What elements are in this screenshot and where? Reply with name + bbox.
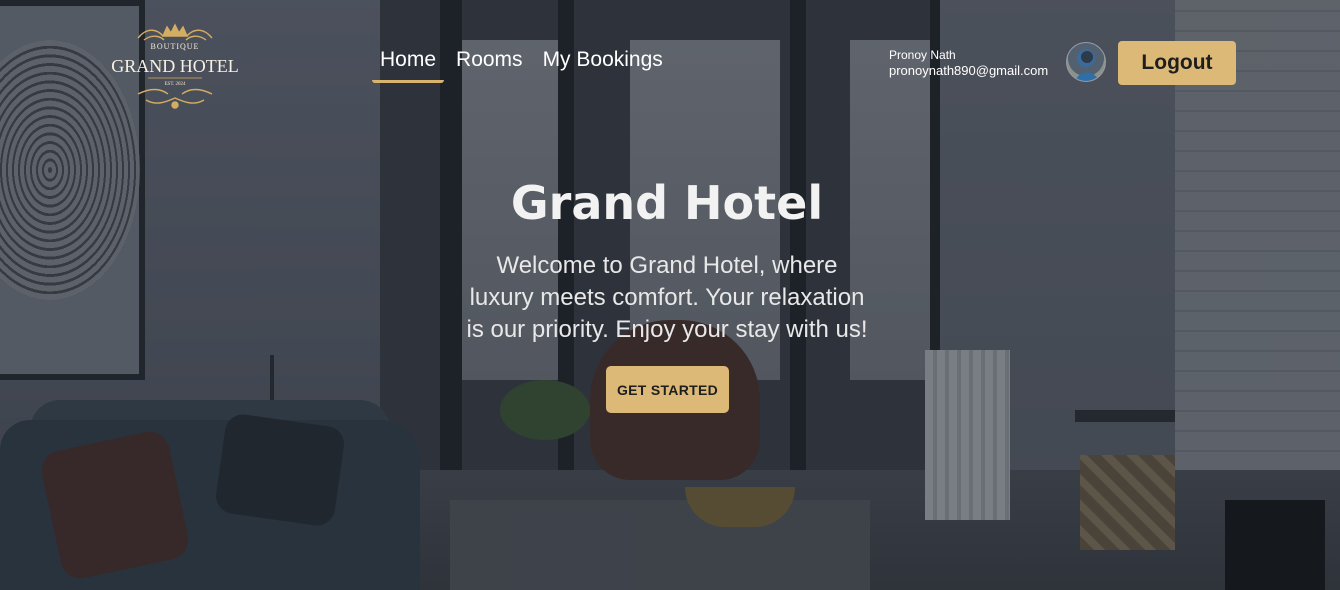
- hero-description-line: luxury meets comfort. Your relaxation: [469, 284, 865, 311]
- logout-button[interactable]: Logout: [1118, 41, 1236, 85]
- hotel-logo[interactable]: BOUTIQUE GRAND HOTEL EST. 2024: [108, 22, 242, 110]
- logo-established: EST. 2024: [164, 82, 186, 87]
- get-started-button[interactable]: GET STARTED: [606, 366, 729, 413]
- user-avatar-icon[interactable]: [1066, 42, 1106, 82]
- hero-description-line: Welcome to Grand Hotel, where: [496, 252, 838, 279]
- nav-home[interactable]: Home: [372, 46, 445, 83]
- logo-title: GRAND HOTEL: [111, 56, 239, 76]
- user-email: pronoynath890@gmail.com: [889, 63, 1049, 78]
- nav-rooms[interactable]: Rooms: [448, 46, 531, 83]
- main-navigation: Home Rooms My Bookings: [372, 46, 671, 83]
- logo-subtitle: BOUTIQUE: [150, 42, 200, 51]
- hero-description: Welcome to Grand Hotel, where luxury mee…: [440, 250, 894, 346]
- user-name: Pronoy Nath: [889, 48, 956, 62]
- hero-title: Grand Hotel: [510, 176, 824, 230]
- user-info: Pronoy Nath pronoynath890@gmail.com: [889, 48, 1048, 79]
- person-icon: [1075, 51, 1099, 81]
- nav-my-bookings[interactable]: My Bookings: [535, 46, 671, 83]
- hero-description-line: is our priority. Enjoy your stay with us…: [466, 316, 868, 343]
